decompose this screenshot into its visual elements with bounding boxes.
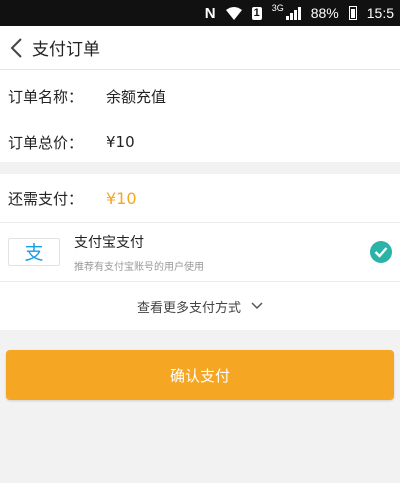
wifi-icon xyxy=(225,6,242,20)
header: 支付订单 xyxy=(0,26,400,70)
chevron-left-icon[interactable] xyxy=(2,26,30,70)
confirm-pay-button[interactable]: 确认支付 xyxy=(6,350,394,400)
battery-percent: 88% xyxy=(310,5,339,21)
payment-due-row: 还需支付： ¥10 xyxy=(0,174,400,222)
more-payment-methods-label: 查看更多支付方式 xyxy=(136,300,241,316)
section-gap xyxy=(0,162,400,174)
payment-due-value: ¥10 xyxy=(106,188,137,208)
chevron-down-icon xyxy=(251,299,263,314)
alipay-text: 支付宝支付 推荐有支付宝账号的用户使用 xyxy=(74,232,204,273)
check-icon[interactable] xyxy=(370,241,392,263)
order-total-row: 订单总价： ¥10 xyxy=(0,122,400,162)
order-name-label: 订单名称： xyxy=(8,87,84,106)
battery-icon xyxy=(348,6,357,20)
payment-section: 还需支付： ¥10 支 支付宝支付 推荐有支付宝账号的用户使用 查看更多支付方式 xyxy=(0,174,400,330)
sim-badge: 1 xyxy=(251,6,262,20)
carrier-icon: N xyxy=(204,4,216,22)
alipay-name: 支付宝支付 xyxy=(74,234,144,251)
signal-bars-icon xyxy=(285,6,301,20)
page-title: 支付订单 xyxy=(32,40,100,60)
order-info: 订单名称： 余额充值 订单总价： ¥10 xyxy=(0,70,400,162)
alipay-logo-icon: 支 xyxy=(8,238,60,266)
confirm-area: 确认支付 xyxy=(0,330,400,400)
alipay-option[interactable]: 支 支付宝支付 推荐有支付宝账号的用户使用 xyxy=(0,223,400,281)
alipay-logo-char: 支 xyxy=(24,242,43,263)
alipay-subtitle: 推荐有支付宝账号的用户使用 xyxy=(74,261,204,273)
clock: 15:5 xyxy=(366,5,394,21)
order-total-label: 订单总价： xyxy=(8,133,84,152)
order-name-value: 余额充值 xyxy=(106,87,167,106)
more-payment-methods-button[interactable]: 查看更多支付方式 xyxy=(0,282,400,330)
order-name-row: 订单名称： 余额充值 xyxy=(0,70,400,122)
payment-due-label: 还需支付： xyxy=(8,189,84,208)
signal-indicator: 3G xyxy=(272,3,301,20)
network-type: 3G xyxy=(271,3,284,13)
order-total-value: ¥10 xyxy=(106,133,135,151)
status-bar: N 1 3G 88% 15:5 xyxy=(0,0,400,26)
